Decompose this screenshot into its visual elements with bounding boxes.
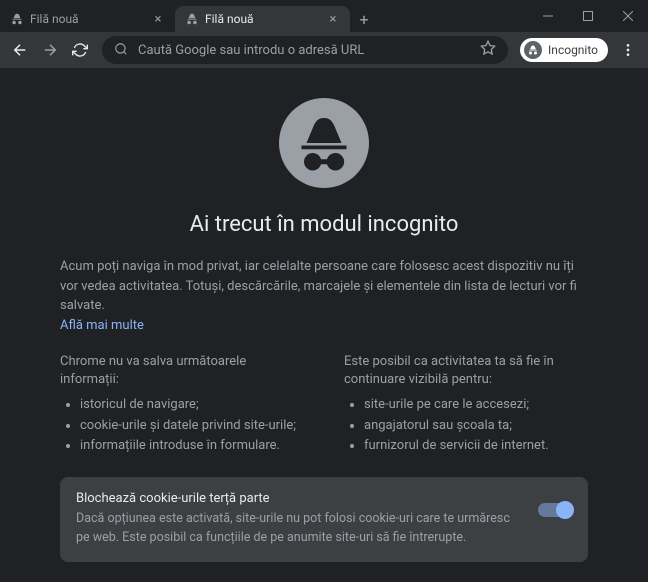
incognito-badge[interactable]: Incognito (520, 38, 608, 62)
page-title: Ai trecut în modul incognito (190, 212, 459, 237)
cookie-desc: Dacă opțiunea este activată, site-urile … (76, 510, 522, 548)
tab-label: Filă nouă (30, 12, 79, 26)
list-item: furnizorul de servicii de internet. (364, 436, 588, 457)
window-controls (528, 0, 648, 32)
menu-button[interactable] (614, 36, 642, 64)
right-list: site-urile pe care le accesezi; angajato… (344, 395, 588, 457)
left-column: Chrome nu va salva următoarele informați… (60, 353, 304, 458)
tab-strip: Filă nouă × Filă nouă × + (0, 0, 528, 32)
new-tab-button[interactable]: + (350, 6, 378, 32)
maximize-button[interactable] (568, 2, 608, 30)
list-item: informațiile introduse în formulare. (80, 436, 304, 457)
list-item: angajatorul sau școala ta; (364, 416, 588, 437)
tab-inactive[interactable]: Filă nouă × (0, 6, 175, 32)
close-icon[interactable]: × (151, 12, 165, 26)
close-button[interactable] (608, 2, 648, 30)
close-icon[interactable]: × (326, 12, 340, 26)
right-column-head: Este posibil ca activitatea ta să fie în… (344, 353, 588, 389)
titlebar: Filă nouă × Filă nouă × + (0, 0, 648, 32)
forward-button[interactable] (36, 36, 64, 64)
cookie-text: Blochează cookie-urile terță parte Dacă … (76, 491, 522, 548)
cookie-title: Blochează cookie-urile terță parte (76, 491, 522, 506)
bookmark-star-icon[interactable] (480, 40, 496, 60)
toolbar: Caută Google sau introdu o adresă URL In… (0, 32, 648, 68)
tab-label: Filă nouă (205, 12, 254, 26)
minimize-button[interactable] (528, 2, 568, 30)
tab-active[interactable]: Filă nouă × (175, 6, 350, 32)
omnibox-placeholder: Caută Google sau introdu o adresă URL (138, 43, 470, 58)
content-area: Ai trecut în modul incognito Acum poți n… (0, 68, 648, 582)
reload-button[interactable] (66, 36, 94, 64)
cookie-setting-box: Blochează cookie-urile terță parte Dacă … (60, 477, 588, 562)
search-icon (114, 41, 128, 60)
left-column-head: Chrome nu va salva următoarele informați… (60, 353, 304, 389)
cookie-toggle[interactable] (538, 503, 572, 517)
incognito-icon (10, 12, 24, 26)
omnibox[interactable]: Caută Google sau introdu o adresă URL (102, 36, 508, 64)
list-item: cookie-urile și datele privind site-uril… (80, 416, 304, 437)
toggle-knob (556, 501, 574, 519)
back-button[interactable] (6, 36, 34, 64)
left-list: istoricul de navigare; cookie-urile și d… (60, 395, 304, 457)
intro-text: Acum poți naviga în mod privat, iar cele… (60, 257, 588, 316)
list-item: istoricul de navigare; (80, 395, 304, 416)
learn-more-link[interactable]: Află mai multe (60, 318, 144, 333)
info-columns: Chrome nu va salva următoarele informați… (60, 353, 588, 458)
incognito-hero-icon (279, 98, 369, 188)
right-column: Este posibil ca activitatea ta să fie în… (344, 353, 588, 458)
list-item: site-urile pe care le accesezi; (364, 395, 588, 416)
incognito-icon (524, 41, 542, 59)
incognito-badge-label: Incognito (548, 43, 598, 57)
incognito-icon (185, 12, 199, 26)
